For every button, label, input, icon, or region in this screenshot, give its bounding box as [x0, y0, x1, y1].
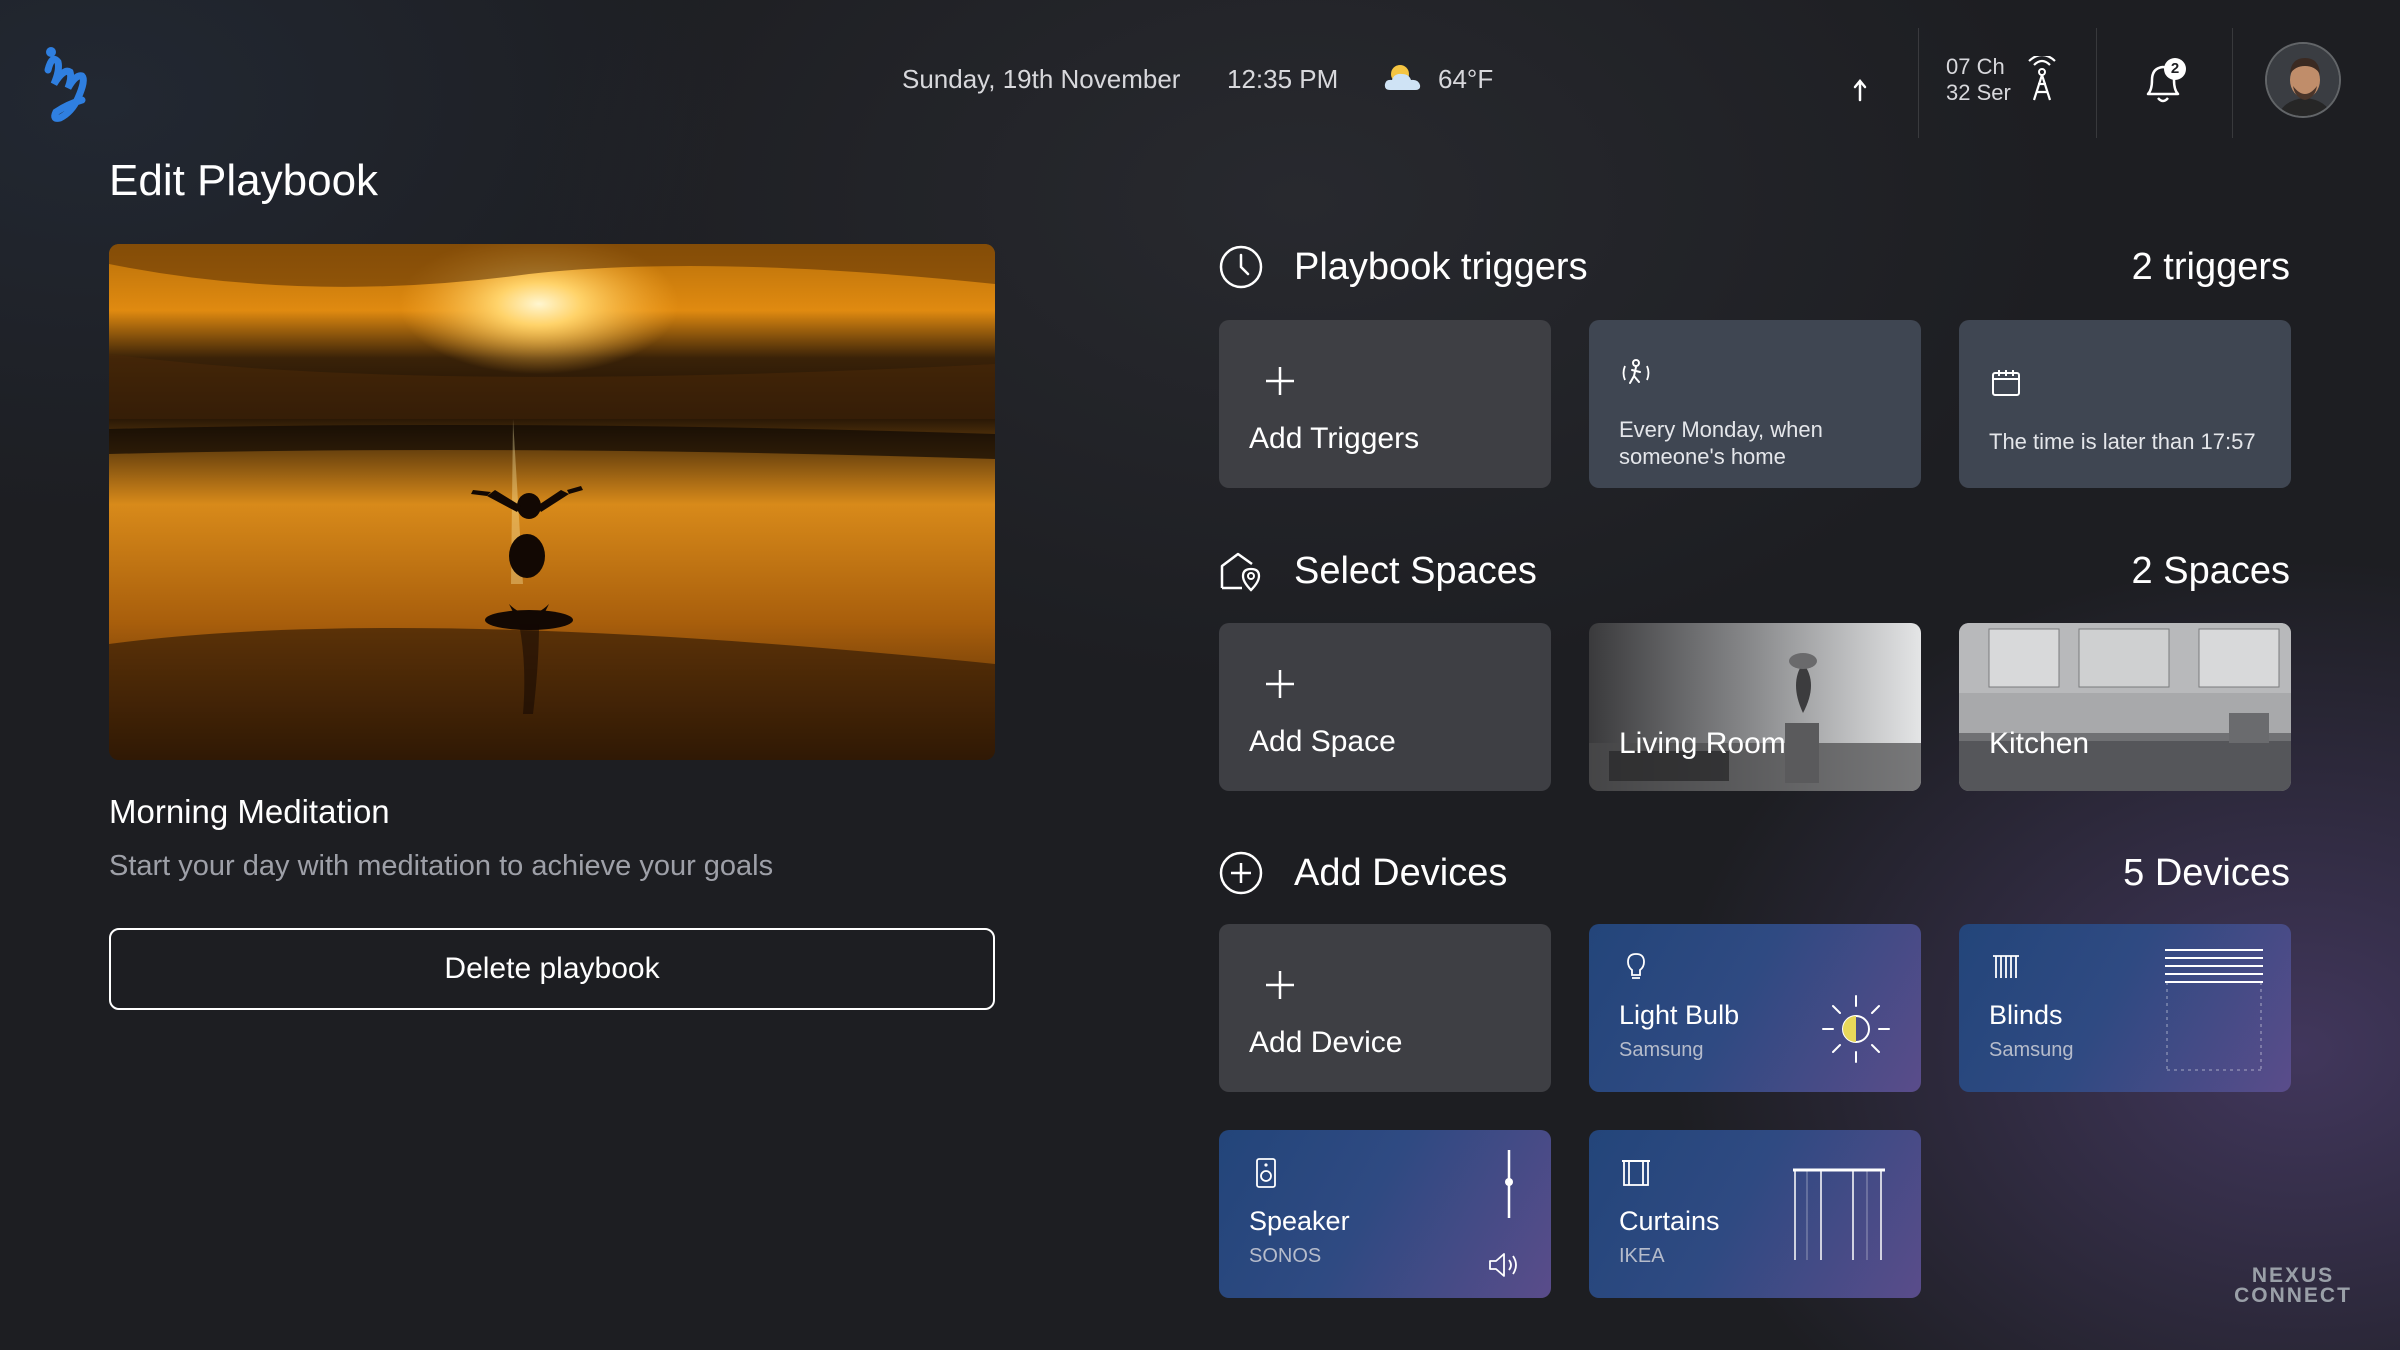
- curtains-position-control[interactable]: [1791, 1166, 1887, 1262]
- channel-count: 07 Ch: [1946, 54, 2005, 79]
- device-brand: Samsung: [1619, 1039, 1704, 1061]
- device-label: Light Bulb: [1619, 1000, 1740, 1030]
- plus-icon: [1266, 670, 1294, 698]
- app-logo[interactable]: [38, 40, 118, 125]
- nexus-connect-watermark: NEXUS CONNECT: [2228, 1264, 2358, 1307]
- spaces-count: 2 Spaces: [2131, 550, 2290, 592]
- upload-arrow-icon[interactable]: [1850, 76, 1870, 104]
- device-label: Curtains: [1619, 1206, 1720, 1236]
- watermark-line-1: NEXUS: [2251, 1264, 2335, 1287]
- trigger-text: The time is later than 17:57: [1989, 429, 2256, 454]
- add-triggers-button[interactable]: Add Triggers: [1219, 320, 1551, 488]
- triggers-section-title: Playbook triggers: [1294, 246, 1588, 288]
- header-divider: [2232, 28, 2233, 138]
- header-time: 12:35 PM: [1227, 64, 1339, 94]
- device-card-curtains[interactable]: Curtains IKEA: [1589, 1130, 1921, 1298]
- triggers-count: 2 triggers: [2131, 246, 2290, 288]
- add-device-button[interactable]: Add Device: [1219, 924, 1551, 1092]
- brightness-sun-icon[interactable]: [1821, 994, 1891, 1064]
- trigger-card-time[interactable]: The time is later than 17:57: [1959, 320, 2291, 488]
- playbook-description: Start your day with meditation to achiev…: [109, 850, 774, 882]
- home-location-icon: [1220, 552, 1261, 592]
- devices-section-title: Add Devices: [1294, 852, 1508, 894]
- speaker-icon: [1256, 1158, 1276, 1188]
- playbook-cover-image[interactable]: [109, 244, 995, 760]
- device-label: Blinds: [1989, 1000, 2063, 1030]
- devices-count: 5 Devices: [2123, 852, 2290, 894]
- motion-person-icon: [1622, 359, 1650, 384]
- device-card-blinds[interactable]: Blinds Samsung: [1959, 924, 2291, 1092]
- add-device-label: Add Device: [1249, 1026, 1403, 1059]
- volume-slider[interactable]: [1489, 1148, 1529, 1220]
- calendar-icon: [1992, 370, 2020, 396]
- blinds-position-control[interactable]: [2163, 946, 2265, 1072]
- plus-icon: [1266, 971, 1294, 999]
- device-brand: Samsung: [1989, 1039, 2074, 1061]
- page-title: Edit Playbook: [109, 156, 379, 205]
- blinds-icon: [1993, 955, 2019, 978]
- header-divider: [2096, 28, 2097, 138]
- partly-cloudy-icon: [1384, 65, 1421, 90]
- device-card-light-bulb[interactable]: Light Bulb Samsung: [1589, 924, 1921, 1092]
- playbook-name: Morning Meditation: [109, 793, 390, 830]
- volume-icon[interactable]: [1487, 1250, 1523, 1280]
- spaces-section-title: Select Spaces: [1294, 550, 1537, 592]
- trigger-card-presence[interactable]: Every Monday, when someone's home: [1589, 320, 1921, 488]
- kitchen-image: [1959, 623, 2291, 791]
- add-circle-icon: [1219, 851, 1263, 895]
- delete-playbook-button[interactable]: Delete playbook: [109, 928, 995, 1010]
- device-brand: IKEA: [1619, 1245, 1665, 1267]
- device-card-speaker[interactable]: Speaker SONOS: [1219, 1130, 1551, 1298]
- avatar[interactable]: [2265, 42, 2341, 118]
- device-label: Speaker: [1249, 1206, 1350, 1236]
- sensor-count: 32 Ser: [1946, 80, 2011, 105]
- add-space-button[interactable]: Add Space: [1219, 623, 1551, 791]
- add-triggers-label: Add Triggers: [1249, 422, 1420, 455]
- space-card-living-room[interactable]: Living Room: [1589, 623, 1921, 791]
- header-date: Sunday, 19th November: [902, 64, 1181, 94]
- clock-icon: [1219, 245, 1263, 289]
- curtains-icon: [1622, 1160, 1650, 1186]
- header-divider: [1918, 28, 1919, 138]
- device-brand: SONOS: [1249, 1245, 1322, 1267]
- header-temperature: 64°F: [1438, 64, 1494, 94]
- living-room-image: [1589, 623, 1921, 791]
- space-label: Living Room: [1619, 727, 1786, 760]
- notification-badge: 2: [2164, 58, 2186, 80]
- add-space-label: Add Space: [1249, 725, 1396, 758]
- watermark-line-2: CONNECT: [2234, 1284, 2352, 1307]
- sunset-meditation-image: [109, 244, 995, 760]
- plus-icon: [1266, 367, 1294, 395]
- antenna-signal-icon[interactable]: [2022, 56, 2062, 104]
- space-card-kitchen[interactable]: Kitchen: [1959, 623, 2291, 791]
- trigger-text: Every Monday, when someone's home: [1619, 417, 1823, 469]
- lightbulb-icon: [1627, 953, 1645, 979]
- user-portrait-icon: [2267, 44, 2339, 116]
- device-counts: 07 Ch 32 Ser: [1946, 54, 2011, 106]
- space-label: Kitchen: [1989, 727, 2090, 760]
